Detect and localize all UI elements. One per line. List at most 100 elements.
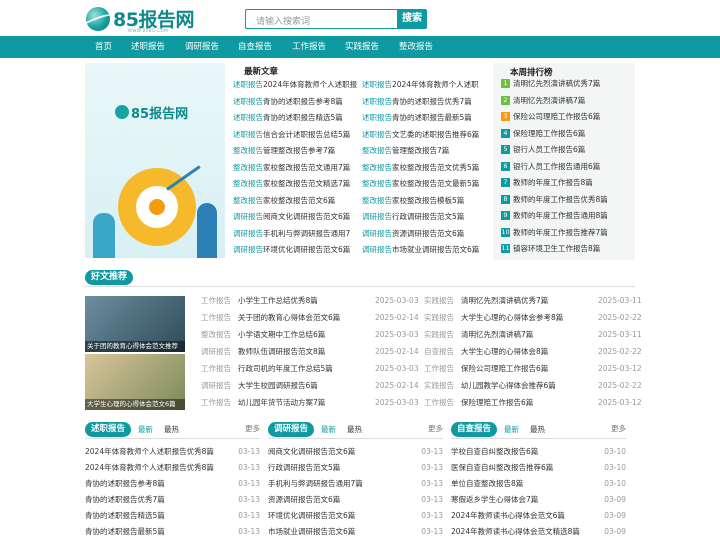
article-category[interactable]: 整改报告	[362, 146, 392, 155]
article-title[interactable]: 青协的述职报告优秀7篇	[392, 97, 472, 106]
search-input[interactable]: 请输入搜索词	[245, 9, 398, 29]
pick-category[interactable]: 工作报告	[424, 363, 454, 375]
article-category[interactable]: 述职报告	[362, 113, 392, 122]
article-category[interactable]: 调研报告	[233, 229, 263, 238]
article-link[interactable]: 整改报告家校整改报告范文精选7篇	[233, 179, 358, 196]
pick-title[interactable]: 大学生心理的心得体会8篇	[461, 346, 548, 358]
rank-item[interactable]: 3 保险公司理赔工作报告6篇	[501, 112, 631, 129]
rank-title-text[interactable]: 教师的年度工作报告优秀8篇	[513, 195, 608, 204]
article-category[interactable]: 整改报告	[233, 196, 263, 205]
pick-image-1[interactable]: 关于团的教育心得体会范文推荐	[85, 296, 185, 352]
rank-title-text[interactable]: 清明忆先烈演讲稿7篇	[513, 96, 585, 105]
article-title[interactable]: 阅商文化调研报告范文6篇	[263, 212, 350, 221]
more-link[interactable]: 更多	[245, 423, 260, 434]
article-link[interactable]: 述职报告文艺委的述职报告推荐6篇	[362, 130, 487, 147]
article-link[interactable]: 调研报告资源调研报告范文6篇	[362, 229, 487, 246]
search-button[interactable]: 搜索	[397, 9, 427, 29]
rank-title-text[interactable]: 教师的年度工作报告通用8篇	[513, 211, 608, 220]
article-title[interactable]: 家校整改报告范文通用7篇	[263, 163, 350, 172]
panel-item-title[interactable]: 环境优化调研报告范文6篇	[268, 510, 355, 522]
article-category[interactable]: 调研报告	[233, 212, 263, 221]
panel-item-title[interactable]: 2024年体育教师个人述职报告优秀8篇	[85, 462, 214, 474]
panel-item-title[interactable]: 医保自查自纠整改报告推荐6篇	[451, 462, 553, 474]
nav-shuzhi[interactable]: 述职报告	[131, 36, 165, 58]
panel-title[interactable]: 述职报告	[85, 422, 132, 437]
panel-item[interactable]: 2024年体育教师个人述职报告优秀8篇 03-13	[85, 462, 260, 474]
panel-title[interactable]: 自查报告	[451, 422, 498, 437]
panel-item[interactable]: 资源调研报告范文6篇 03-13	[268, 494, 443, 506]
panel-item[interactable]: 环境优化调研报告范文6篇 03-13	[268, 510, 443, 522]
article-link[interactable]: 整改报告家校整改报告范文优秀5篇	[362, 163, 487, 180]
nav-diaoyan[interactable]: 调研报告	[185, 36, 219, 58]
pick-category[interactable]: 调研报告	[201, 346, 231, 358]
article-title[interactable]: 行政调研报告范文5篇	[392, 212, 464, 221]
pick-item[interactable]: 调研报告 大学生校园调研报告6篇 2025-02-14	[201, 380, 419, 392]
pick-item[interactable]: 工作报告 关于团的教育心得体会范文6篇 2025-02-14	[201, 312, 419, 324]
panel-title[interactable]: 调研报告	[268, 422, 315, 437]
panel-item[interactable]: 青协的述职报告优秀7篇 03-13	[85, 494, 260, 506]
pick-item[interactable]: 实践报告 幼儿园教学心得体会推荐6篇 2025-02-22	[424, 380, 642, 392]
article-title[interactable]: 青协的述职报告最新5篇	[392, 113, 472, 122]
panel-item-title[interactable]: 阅商文化调研报告范文6篇	[268, 446, 355, 458]
pick-item[interactable]: 工作报告 幼儿园年货节活动方案7篇 2025-03-03	[201, 397, 419, 409]
article-link[interactable]: 整改报告家校整改报告模板5篇	[362, 196, 487, 213]
article-link[interactable]: 述职报告信合会计述职报告总结5篇	[233, 130, 358, 147]
article-title[interactable]: 家校整改报告范文最新5篇	[392, 179, 479, 188]
article-title[interactable]: 市场就业调研报告范文6篇	[392, 245, 479, 254]
pick-category[interactable]: 自查报告	[424, 346, 454, 358]
article-link[interactable]: 调研报告阅商文化调研报告范文6篇	[233, 212, 358, 229]
article-link[interactable]: 述职报告青协的述职报告精选5篇	[233, 113, 358, 130]
rank-item[interactable]: 8 教师的年度工作报告优秀8篇	[501, 194, 631, 212]
pick-title[interactable]: 行政司机的年度工作总结5篇	[238, 363, 333, 375]
panel-item[interactable]: 青协的述职报告最新5篇 03-13	[85, 526, 260, 538]
banner-image[interactable]: 85报告网	[85, 63, 225, 258]
panel-item-title[interactable]: 行政调研报告范文5篇	[268, 462, 340, 474]
pick-category[interactable]: 实践报告	[424, 312, 454, 324]
nav-home[interactable]: 首页	[95, 36, 112, 58]
rank-title-text[interactable]: 保险公司理赔工作报告6篇	[513, 112, 600, 121]
article-title[interactable]: 青协的述职报告精选5篇	[263, 113, 343, 122]
more-link[interactable]: 更多	[611, 423, 626, 434]
article-category[interactable]: 整改报告	[362, 196, 392, 205]
article-title[interactable]: 文艺委的述职报告推荐6篇	[392, 130, 479, 139]
rank-title-text[interactable]: 教师的年度工作报告推荐7篇	[513, 228, 608, 237]
panel-item-title[interactable]: 青协的述职报告优秀7篇	[85, 494, 165, 506]
pick-title[interactable]: 教师队伍调研报告范文8篇	[238, 346, 325, 358]
panel-item-title[interactable]: 市场就业调研报告范文6篇	[268, 526, 355, 538]
rank-item[interactable]: 4 保险理赔工作报告6篇	[501, 128, 631, 146]
article-category[interactable]: 调研报告	[233, 245, 263, 254]
article-category[interactable]: 整改报告	[362, 179, 392, 188]
site-logo[interactable]: 85报告网 WWW.85BG.COM	[86, 4, 196, 34]
panel-item-title[interactable]: 资源调研报告范文6篇	[268, 494, 340, 506]
pick-title[interactable]: 幼儿园年货节活动方案7篇	[238, 397, 325, 409]
article-title[interactable]: 资源调研报告范文6篇	[392, 229, 464, 238]
article-category[interactable]: 述职报告	[362, 80, 392, 89]
pick-item[interactable]: 工作报告 保险公司理赔工作报告6篇 2025-03-12	[424, 363, 642, 375]
article-title[interactable]: 家校整改报告模板5篇	[392, 196, 464, 205]
article-category[interactable]: 述职报告	[233, 97, 263, 106]
article-link[interactable]: 调研报告环境优化调研报告范文6篇	[233, 245, 358, 262]
article-title[interactable]: 环境优化调研报告范文6篇	[263, 245, 350, 254]
panel-item[interactable]: 手机利与弊调研报告通用7篇 03-13	[268, 478, 443, 490]
article-title[interactable]: 管理整改报告7篇	[392, 146, 449, 155]
pick-title[interactable]: 大学生校园调研报告6篇	[238, 380, 318, 392]
article-category[interactable]: 整改报告	[233, 163, 263, 172]
nav-zhenggai[interactable]: 整改报告	[399, 36, 433, 58]
article-link[interactable]: 述职报告青协的述职报告参考8篇	[233, 97, 358, 114]
pick-item[interactable]: 自查报告 大学生心理的心得体会8篇 2025-02-22	[424, 346, 642, 358]
pick-title[interactable]: 保险公司理赔工作报告6篇	[461, 363, 548, 375]
panel-item[interactable]: 学校自查自纠整改报告6篇 03-10	[451, 446, 626, 458]
pick-item[interactable]: 工作报告 小学生工作总结优秀8篇 2025-03-03	[201, 295, 419, 307]
panel-item-title[interactable]: 2024年教师读书心得体会范文精选8篇	[451, 526, 580, 538]
pick-title[interactable]: 清明忆先烈演讲稿7篇	[461, 329, 533, 341]
nav-shijian[interactable]: 实践报告	[345, 36, 379, 58]
article-title[interactable]: 家校整改报告范文6篇	[263, 196, 335, 205]
panel-item-title[interactable]: 学校自查自纠整改报告6篇	[451, 446, 538, 458]
panel-item-title[interactable]: 寒假返乡学生心得体会7篇	[451, 494, 538, 506]
pick-item[interactable]: 调研报告 教师队伍调研报告范文8篇 2025-02-14	[201, 346, 419, 358]
article-link[interactable]: 整改报告管理整改报告参考7篇	[233, 146, 358, 163]
rank-item[interactable]: 5 银行人员工作报告6篇	[501, 145, 631, 162]
article-link[interactable]: 整改报告家校整改报告范文最新5篇	[362, 179, 487, 196]
pick-title[interactable]: 幼儿园教学心得体会推荐6篇	[461, 380, 556, 392]
pick-item[interactable]: 实践报告 大学生心理的心得体会参考8篇 2025-02-22	[424, 312, 642, 324]
